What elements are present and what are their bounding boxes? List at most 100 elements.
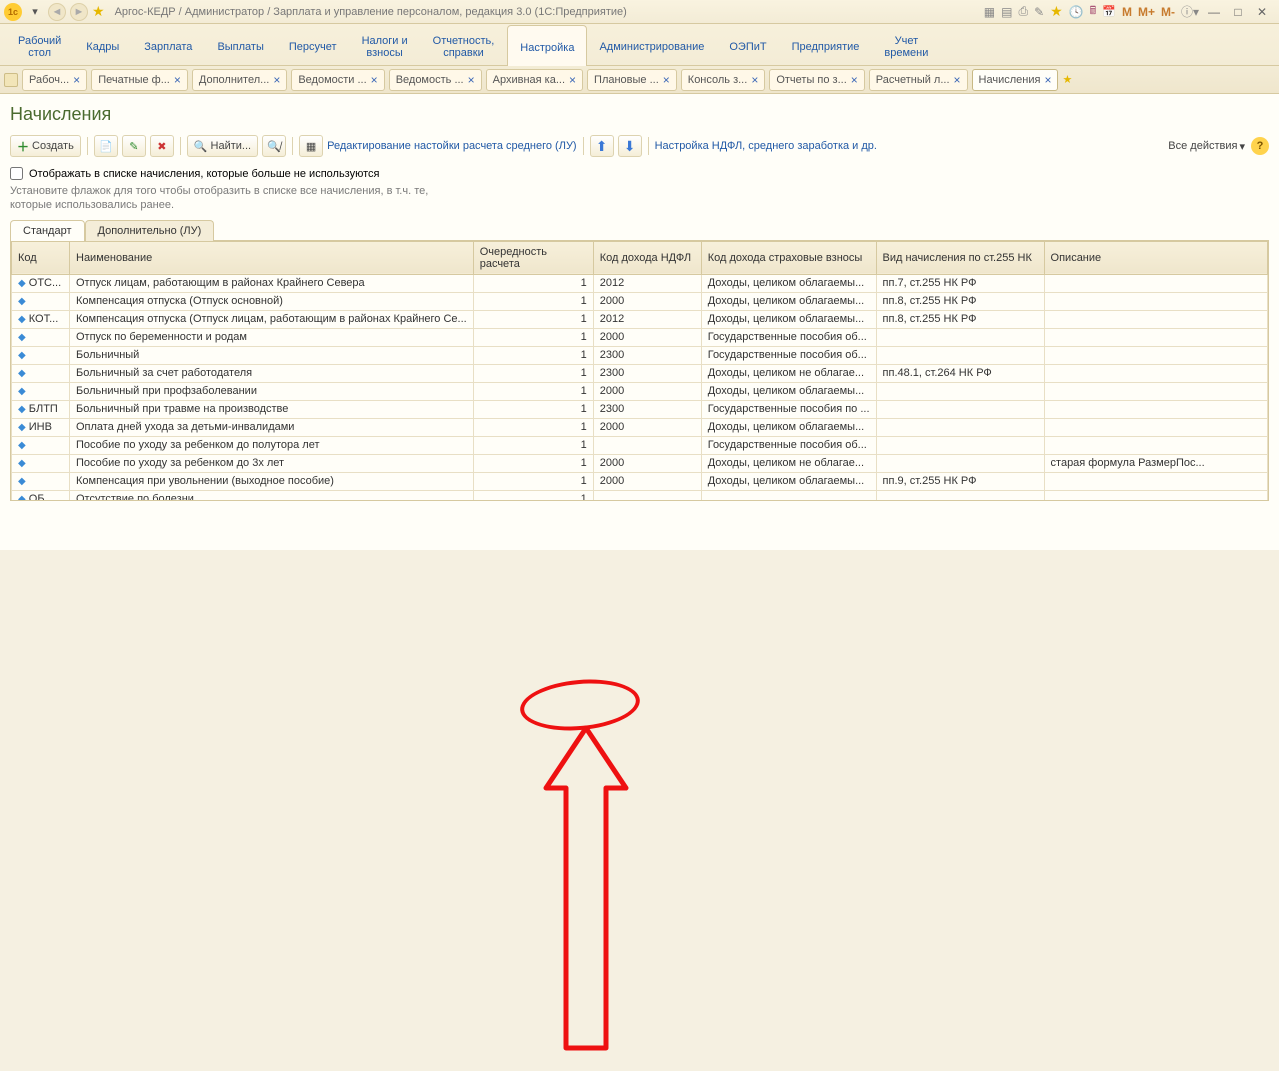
nav-forward-button[interactable]: ► xyxy=(70,3,88,21)
memory-m-plus[interactable]: M+ xyxy=(1138,5,1155,19)
col-name[interactable]: Наименование xyxy=(70,241,474,274)
document-tab-label: Консоль з... xyxy=(688,74,748,86)
content-area: Начисления ＋Создать 📄 ✎ ✖ 🔍Найти... 🔍̸ ▦… xyxy=(0,94,1279,550)
favorites-tab-icon[interactable]: ★ xyxy=(1062,73,1072,86)
table-row[interactable]: ◆ Пособие по уходу за ребенком до 3х лет… xyxy=(12,454,1268,472)
document-tab[interactable]: Начисления× xyxy=(972,69,1059,91)
close-tab-icon[interactable]: × xyxy=(468,73,475,87)
memory-m-minus[interactable]: M- xyxy=(1161,5,1175,19)
toolbar-icon[interactable]: ⎙ xyxy=(1018,4,1028,19)
nav-back-button[interactable]: ◄ xyxy=(48,3,66,21)
mainnav-tab[interactable]: ОЭПиТ xyxy=(717,24,779,65)
dropdown-icon[interactable]: ▾ xyxy=(26,3,44,21)
favorites-icon[interactable]: ★ xyxy=(1050,3,1063,20)
document-tab[interactable]: Отчеты по з...× xyxy=(769,69,864,91)
toolbar-icon[interactable]: ✎ xyxy=(1034,5,1044,19)
toolbar-icon[interactable]: ▤ xyxy=(1001,5,1012,19)
table-row[interactable]: ◆ ИНВОплата дней ухода за детьми-инвалид… xyxy=(12,418,1268,436)
favorites-star-icon[interactable]: ★ xyxy=(92,3,105,20)
document-tab[interactable]: Плановые ... × xyxy=(587,69,677,91)
info-icon[interactable]: ⓘ▾ xyxy=(1181,3,1199,20)
clear-search-button[interactable]: 🔍̸ xyxy=(262,135,286,157)
row-marker-icon: ◆ xyxy=(18,404,26,415)
settings-icon-button[interactable]: ▦ xyxy=(299,135,323,157)
ndfl-settings-link[interactable]: Настройка НДФЛ, среднего заработка и др. xyxy=(655,140,877,152)
desktop-icon[interactable] xyxy=(4,73,18,87)
history-icon[interactable]: 🕓 xyxy=(1069,5,1084,19)
subtab-standard[interactable]: Стандарт xyxy=(10,220,85,241)
table-row[interactable]: ◆ Больничный при профзаболевании12000Дох… xyxy=(12,382,1268,400)
window-minimize[interactable]: — xyxy=(1205,5,1223,19)
table-row[interactable]: ◆ Компенсация отпуска (Отпуск основной)1… xyxy=(12,292,1268,310)
close-tab-icon[interactable]: × xyxy=(954,73,961,87)
close-tab-icon[interactable]: × xyxy=(851,73,858,87)
memory-m[interactable]: M xyxy=(1122,5,1132,19)
mainnav-tab[interactable]: Отчетность,справки xyxy=(421,24,508,65)
close-tab-icon[interactable]: × xyxy=(174,73,181,87)
table-row[interactable]: ◆ КОТ...Компенсация отпуска (Отпуск лица… xyxy=(12,310,1268,328)
edit-avg-settings-link[interactable]: Редактирование настойки расчета среднего… xyxy=(327,140,577,152)
table-row[interactable]: ◆ Отпуск по беременности и родам12000Гос… xyxy=(12,328,1268,346)
find-button[interactable]: 🔍Найти... xyxy=(187,135,258,157)
col-description[interactable]: Описание xyxy=(1044,241,1267,274)
document-tab[interactable]: Консоль з...× xyxy=(681,69,766,91)
document-tab[interactable]: Печатные ф...× xyxy=(91,69,188,91)
help-button[interactable]: ? xyxy=(1251,137,1269,155)
mainnav-tab[interactable]: Настройка xyxy=(507,25,587,66)
document-tab[interactable]: Ведомости ...× xyxy=(291,69,384,91)
document-tab[interactable]: Ведомость ...× xyxy=(389,69,482,91)
col-ndfl[interactable]: Код дохода НДФЛ xyxy=(593,241,701,274)
col-order[interactable]: Очередность расчета xyxy=(473,241,593,274)
window-titlebar: 1c ▾ ◄ ► ★ Аргос-КЕДР / Администратор / … xyxy=(0,0,1279,24)
table-row[interactable]: ◆ БЛТПБольничный при травме на производс… xyxy=(12,400,1268,418)
close-tab-icon[interactable]: × xyxy=(73,73,80,87)
close-tab-icon[interactable]: × xyxy=(751,73,758,87)
table-row[interactable]: ◆ Больничный за счет работодателя12300До… xyxy=(12,364,1268,382)
table-row[interactable]: ◆ Больничный12300Государственные пособия… xyxy=(12,346,1268,364)
col-code[interactable]: Код xyxy=(12,241,70,274)
accruals-table: Код Наименование Очередность расчета Код… xyxy=(11,241,1268,501)
document-tab[interactable]: Рабоч...× xyxy=(22,69,87,91)
mainnav-tab[interactable]: Выплаты xyxy=(205,24,276,65)
window-maximize[interactable]: □ xyxy=(1229,5,1247,19)
calendar-icon[interactable]: 📅 xyxy=(1102,5,1116,18)
toolbar-icon[interactable]: ▦ xyxy=(984,5,995,19)
document-tab[interactable]: Расчетный л...× xyxy=(869,69,968,91)
table-row[interactable]: ◆ ОБОтсутствие по болезни1 xyxy=(12,490,1268,501)
show-unused-checkbox[interactable] xyxy=(10,167,23,180)
all-actions-menu[interactable]: Все действия ▾ xyxy=(1168,140,1245,153)
mainnav-tab[interactable]: Налоги ивзносы xyxy=(350,24,421,65)
delete-button[interactable]: ✖ xyxy=(150,135,174,157)
close-tab-icon[interactable]: × xyxy=(371,73,378,87)
window-close[interactable]: ✕ xyxy=(1253,5,1271,19)
app-logo-1c: 1c xyxy=(4,3,22,21)
mainnav-tab[interactable]: Администрирование xyxy=(587,24,717,65)
close-tab-icon[interactable]: × xyxy=(1044,73,1051,87)
subtab-additional[interactable]: Дополнительно (ЛУ) xyxy=(85,220,215,241)
close-tab-icon[interactable]: × xyxy=(569,73,576,87)
mainnav-tab[interactable]: Предприятие xyxy=(780,24,873,65)
document-tab-label: Плановые ... xyxy=(594,74,659,86)
table-row[interactable]: ◆ ОТС...Отпуск лицам, работающим в район… xyxy=(12,274,1268,292)
col-insurance[interactable]: Код дохода страховые взносы xyxy=(701,241,876,274)
mainnav-tab[interactable]: Зарплата xyxy=(132,24,205,65)
edit-button[interactable]: ✎ xyxy=(122,135,146,157)
close-tab-icon[interactable]: × xyxy=(273,73,280,87)
mainnav-tab[interactable]: Персучет xyxy=(277,24,350,65)
row-marker-icon: ◆ xyxy=(18,332,26,343)
calculator-icon[interactable]: 🖩 xyxy=(1090,2,1097,21)
document-tab[interactable]: Дополнител...× xyxy=(192,69,287,91)
create-button[interactable]: ＋Создать xyxy=(10,135,81,157)
table-row[interactable]: ◆ Пособие по уходу за ребенком до полуто… xyxy=(12,436,1268,454)
move-up-button[interactable]: ⬆ xyxy=(590,135,614,157)
mainnav-tab[interactable]: Рабочийстол xyxy=(6,24,74,65)
mainnav-tab[interactable]: Кадры xyxy=(74,24,132,65)
close-tab-icon[interactable]: × xyxy=(663,73,670,87)
document-tab[interactable]: Архивная ка...× xyxy=(486,69,583,91)
grid-wrapper[interactable]: Код Наименование Очередность расчета Код… xyxy=(10,241,1269,501)
col-255[interactable]: Вид начисления по ст.255 НК xyxy=(876,241,1044,274)
copy-button[interactable]: 📄 xyxy=(94,135,118,157)
mainnav-tab[interactable]: Учетвремени xyxy=(872,24,941,65)
table-row[interactable]: ◆ Компенсация при увольнении (выходное п… xyxy=(12,472,1268,490)
move-down-button[interactable]: ⬇ xyxy=(618,135,642,157)
